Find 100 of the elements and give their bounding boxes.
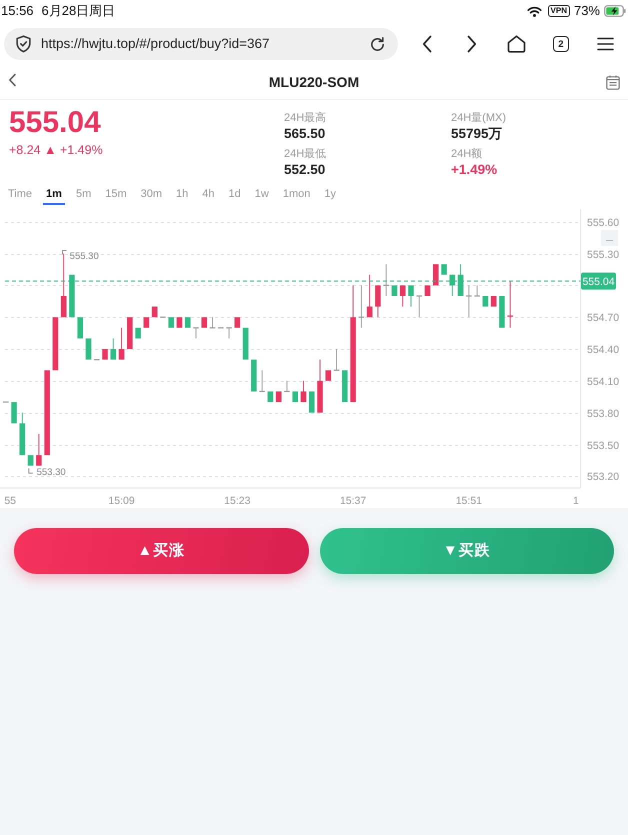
interval-tab[interactable]: 4h — [199, 184, 218, 205]
calendar-icon — [606, 75, 620, 90]
candle — [342, 370, 348, 402]
candle — [242, 328, 248, 360]
x-axis-label: 1 — [573, 495, 579, 507]
y-axis-label: 555.30 — [587, 249, 620, 262]
candle — [184, 317, 190, 328]
candle — [392, 285, 398, 296]
candle — [334, 348, 340, 371]
stat-label: 24H最高 — [284, 110, 328, 126]
low-price-label: 553.30 — [28, 467, 66, 478]
reload-button[interactable] — [368, 36, 386, 52]
candle — [251, 360, 257, 392]
high-price-label: 555.30 — [62, 250, 99, 262]
candle — [28, 455, 34, 466]
home-button[interactable] — [506, 35, 526, 53]
candle — [375, 284, 381, 318]
reload-icon — [368, 36, 386, 52]
clock-time: 15:56 — [1, 3, 34, 19]
candle — [201, 317, 208, 328]
candle — [234, 317, 240, 328]
candle — [152, 306, 158, 318]
wifi-icon — [526, 6, 542, 16]
stat-value: +1.49% — [451, 162, 498, 178]
candle — [52, 317, 58, 370]
candle — [20, 412, 26, 456]
y-axis-label: 555.60 — [587, 217, 620, 230]
page-title: MLU220-SOM — [268, 74, 360, 90]
stat-value: 565.50 — [284, 126, 326, 142]
candle — [210, 316, 216, 328]
date-text: 6月28日周日 — [42, 3, 116, 19]
buy-fall-button[interactable]: ▼买跌 — [320, 528, 614, 574]
candle — [474, 284, 480, 297]
candle — [127, 317, 133, 350]
candle — [482, 296, 488, 307]
candle — [416, 295, 422, 318]
back-button[interactable] — [422, 35, 432, 53]
candle — [176, 317, 182, 328]
vpn-indicator: VPN — [548, 5, 570, 17]
candle — [36, 433, 42, 466]
last-price-tag: 555.04 — [581, 272, 616, 290]
interval-tab[interactable]: 5m — [72, 184, 94, 205]
interval-tab[interactable]: 1w — [252, 184, 272, 205]
x-axis-label: 55 — [4, 495, 16, 507]
battery-percent: 73% — [574, 3, 600, 19]
stat-value: 552.50 — [284, 162, 326, 178]
y-axis-label: 554.40 — [587, 344, 620, 356]
candle — [450, 274, 456, 296]
chevron-left-icon — [422, 35, 432, 53]
candle — [69, 274, 75, 318]
y-axis-label: 554.70 — [587, 312, 620, 324]
interval-tab[interactable]: 1y — [321, 184, 340, 205]
back-button[interactable] — [8, 72, 17, 86]
candle — [490, 296, 496, 307]
candle — [276, 391, 282, 402]
candle — [433, 264, 439, 286]
candle — [118, 327, 124, 360]
candle — [400, 284, 406, 308]
interval-tab[interactable]: 1d — [226, 184, 244, 205]
candle — [102, 349, 108, 360]
chevron-right-icon — [466, 35, 477, 53]
candle — [110, 338, 116, 360]
price-change: +8.24 ▲ +1.49% — [9, 142, 104, 158]
interval-tab[interactable]: 30m — [138, 184, 166, 205]
chevron-left-icon — [8, 72, 17, 86]
last-price: 555.04 — [9, 106, 102, 140]
stat-label: 24H量(MX) — [451, 111, 508, 126]
buy-rise-button[interactable]: ▲买涨 — [14, 528, 308, 574]
candle — [441, 264, 447, 275]
interval-tab[interactable]: 15m — [102, 184, 130, 205]
menu-button[interactable] — [597, 37, 614, 51]
candle — [60, 253, 66, 318]
candle — [458, 264, 464, 296]
candle — [144, 317, 150, 328]
candle — [366, 274, 372, 318]
interval-tab[interactable]: Time — [5, 184, 36, 205]
stat-label: 24H最低 — [284, 147, 328, 162]
candle — [135, 328, 141, 338]
shield-check-icon — [15, 35, 32, 53]
candle — [193, 327, 199, 339]
y-axis-label: 553.50 — [587, 440, 620, 452]
candle — [168, 317, 174, 328]
x-axis-label: 15:23 — [224, 495, 250, 507]
tab-count-button[interactable]: 2 — [552, 36, 569, 52]
url-text[interactable]: https://hwjtu.top/#/product/buy?id=367 — [41, 34, 368, 54]
interval-tab[interactable]: 1h — [173, 184, 192, 205]
candle — [326, 370, 332, 381]
candle — [408, 284, 414, 308]
interval-tab[interactable]: 1mon — [280, 184, 314, 205]
stat-value: 55795万 — [451, 126, 504, 142]
candle — [268, 391, 274, 402]
forward-button[interactable] — [466, 35, 477, 53]
stat-label: 24H额 — [451, 146, 484, 162]
calendar-button[interactable] — [606, 75, 620, 90]
candle — [308, 391, 315, 413]
candle — [466, 284, 472, 318]
candle — [358, 284, 364, 328]
home-icon — [506, 35, 526, 53]
x-axis-label: 15:37 — [340, 495, 366, 507]
y-axis-label: 554.10 — [587, 376, 620, 388]
